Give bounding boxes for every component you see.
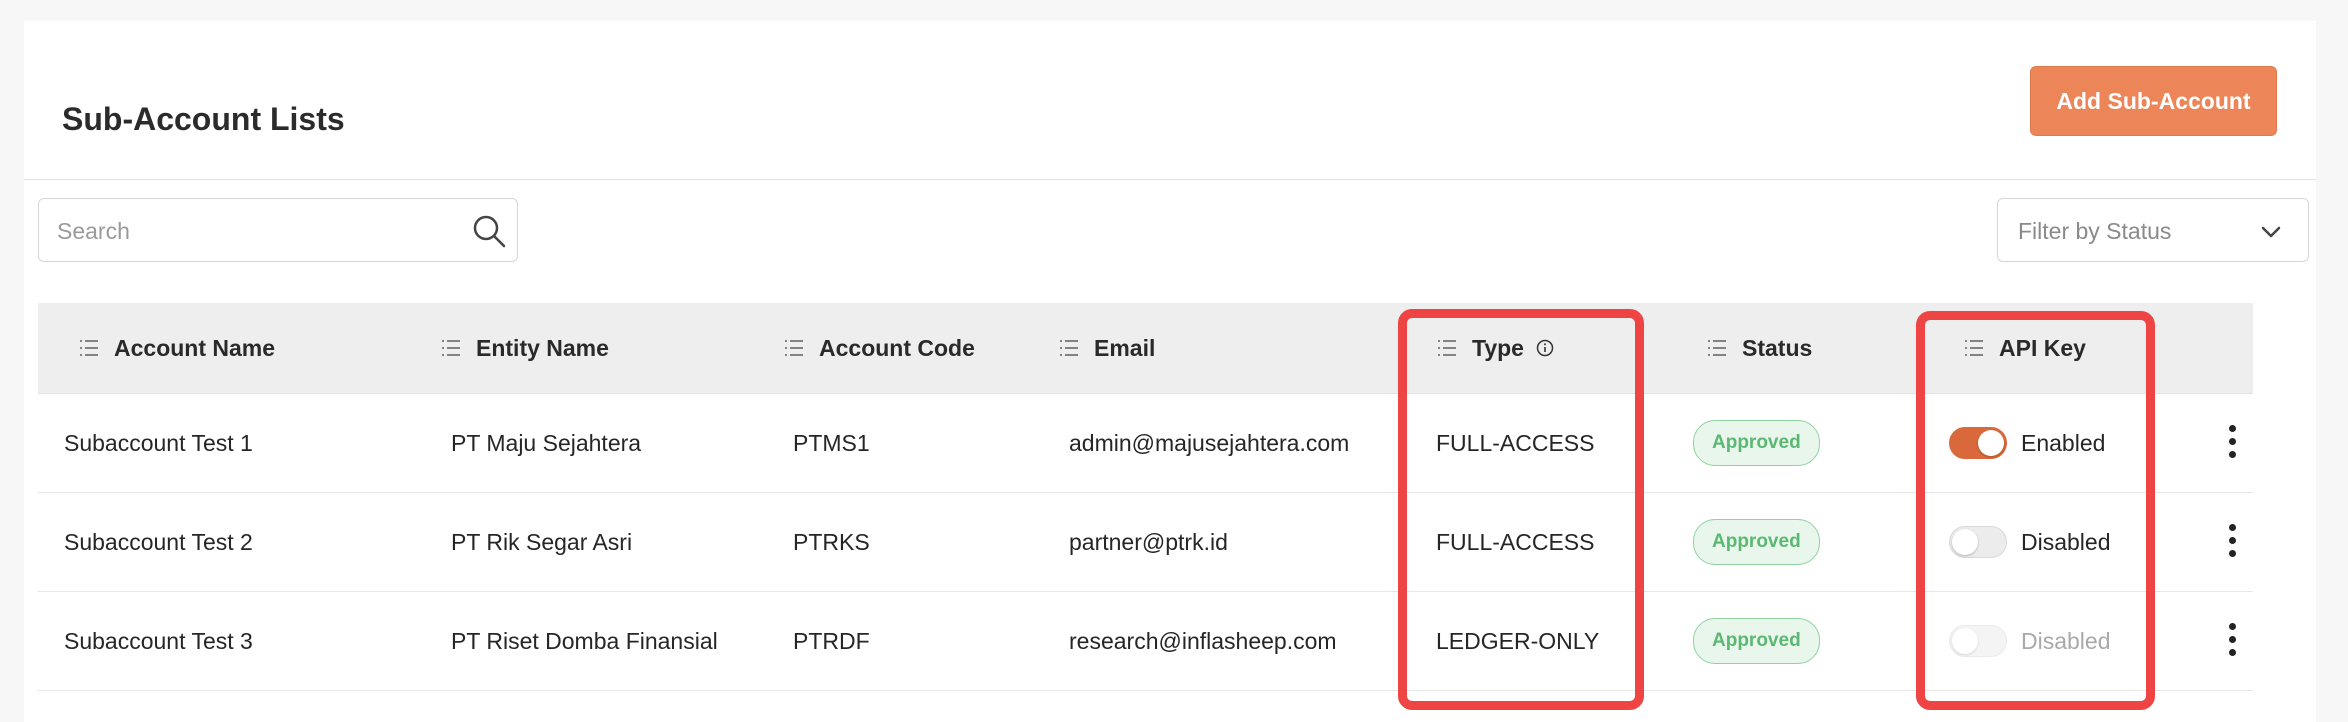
toggle-knob [1978, 430, 2004, 456]
status-cell: Approved [1693, 394, 1820, 492]
sort-icon[interactable] [1706, 337, 1728, 359]
type-cell: FULL-ACCESS [1436, 528, 1595, 555]
sort-icon[interactable] [440, 337, 462, 359]
column-label: API Key [1999, 334, 2086, 361]
email-cell: admin@majusejahtera.com [1069, 429, 1350, 456]
page-title: Sub-Account Lists [62, 101, 345, 137]
column-header-entity-name[interactable]: Entity Name [440, 303, 609, 393]
info-icon[interactable] [1536, 339, 1554, 357]
api-key-status: Disabled [2021, 528, 2111, 555]
column-header-account-name[interactable]: Account Name [78, 303, 275, 393]
toggle-knob [1952, 529, 1978, 555]
more-vertical-icon[interactable] [2227, 524, 2237, 560]
sort-icon[interactable] [783, 337, 805, 359]
status-badge: Approved [1693, 519, 1820, 565]
column-label: Account Code [819, 334, 975, 361]
sort-icon[interactable] [78, 337, 100, 359]
status-cell: Approved [1693, 493, 1820, 591]
column-label: Email [1094, 334, 1156, 361]
search-box [38, 198, 518, 263]
email-cell: partner@ptrk.id [1069, 528, 1228, 555]
api-key-toggle[interactable] [1949, 427, 2007, 459]
entity-name-cell: PT Riset Domba Finansial [451, 627, 718, 654]
sub-account-table: Account Name Entity Name Account Code Em… [38, 303, 2253, 691]
api-key-toggle[interactable] [1949, 526, 2007, 558]
sort-icon[interactable] [1436, 337, 1458, 359]
column-header-email[interactable]: Email [1058, 303, 1155, 393]
table-header: Account Name Entity Name Account Code Em… [38, 303, 2253, 394]
search-icon[interactable] [471, 213, 507, 249]
status-badge: Approved [1693, 618, 1820, 664]
entity-name-cell: PT Maju Sejahtera [451, 429, 642, 456]
column-label: Type [1472, 334, 1524, 361]
page-header: Sub-Account Lists Add Sub-Account [24, 21, 2316, 180]
column-header-type[interactable]: Type [1436, 303, 1554, 393]
api-key-toggle [1949, 625, 2007, 657]
account-name-cell: Subaccount Test 2 [64, 528, 253, 555]
search-input[interactable] [55, 199, 459, 263]
table-row: Subaccount Test 3 PT Riset Domba Finansi… [38, 592, 2253, 691]
column-label: Status [1742, 334, 1813, 361]
table-row: Subaccount Test 1 PT Maju Sejahtera PTMS… [38, 394, 2253, 493]
column-header-api-key[interactable]: API Key [1963, 303, 2086, 393]
sort-icon[interactable] [1058, 337, 1080, 359]
filter-by-status-select[interactable]: Filter by Status [1997, 198, 2309, 262]
more-vertical-icon[interactable] [2227, 623, 2237, 659]
column-header-account-code[interactable]: Account Code [783, 303, 975, 393]
api-key-cell: Enabled [1949, 394, 2105, 492]
more-vertical-icon[interactable] [2227, 425, 2237, 461]
account-code-cell: PTMS1 [793, 429, 870, 456]
api-key-cell: Disabled [1949, 592, 2111, 690]
status-badge: Approved [1693, 420, 1820, 466]
account-name-cell: Subaccount Test 1 [64, 429, 253, 456]
api-key-status: Disabled [2021, 627, 2111, 654]
type-cell: FULL-ACCESS [1436, 429, 1595, 456]
column-label: Account Name [114, 334, 276, 361]
account-code-cell: PTRDF [793, 627, 870, 654]
account-name-cell: Subaccount Test 3 [64, 627, 253, 654]
column-label: Entity Name [476, 334, 609, 361]
account-code-cell: PTRKS [793, 528, 870, 555]
type-cell: LEDGER-ONLY [1436, 627, 1600, 654]
sort-icon[interactable] [1963, 337, 1985, 359]
add-sub-account-button[interactable]: Add Sub-Account [2030, 66, 2277, 136]
api-key-status: Enabled [2021, 429, 2106, 456]
email-cell: research@inflasheep.com [1069, 627, 1337, 654]
chevron-down-icon [2261, 226, 2281, 238]
toggle-knob [1952, 628, 1978, 654]
column-header-status[interactable]: Status [1706, 303, 1812, 393]
status-cell: Approved [1693, 592, 1820, 690]
entity-name-cell: PT Rik Segar Asri [451, 528, 633, 555]
api-key-cell: Disabled [1949, 493, 2111, 591]
table-row: Subaccount Test 2 PT Rik Segar Asri PTRK… [38, 493, 2253, 592]
filter-placeholder: Filter by Status [2018, 218, 2172, 244]
